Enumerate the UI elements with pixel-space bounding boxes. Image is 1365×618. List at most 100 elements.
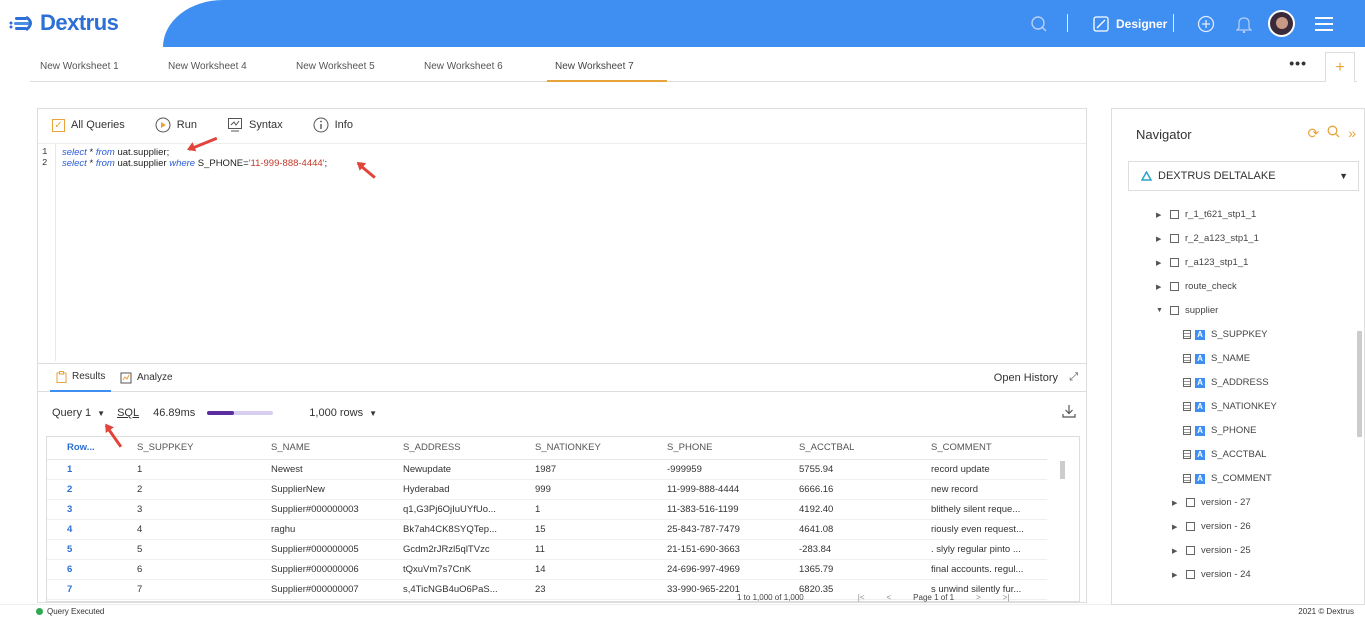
tree-version-item[interactable]: ▶ version - 26 — [1172, 521, 1251, 532]
table-cell[interactable]: q1,G3Pj6OjIuUYfUo... — [393, 499, 525, 520]
table-cell[interactable]: riously even request... — [921, 519, 1047, 540]
row-number[interactable]: 6 — [47, 559, 127, 580]
row-number[interactable]: 1 — [47, 459, 127, 480]
table-cell[interactable]: 5 — [127, 539, 261, 560]
table-cell[interactable]: 11 — [525, 539, 657, 560]
table-cell[interactable]: 6 — [127, 559, 261, 580]
table-cell[interactable]: 1987 — [525, 459, 657, 480]
table-cell[interactable]: 11-999-888-4444 — [657, 479, 789, 500]
query-select[interactable]: Query 1 — [52, 407, 91, 419]
tree-version-item[interactable]: ▶ version - 27 — [1172, 497, 1251, 508]
table-cell[interactable]: 5755.94 — [789, 459, 921, 480]
tab-worksheet-7[interactable]: New Worksheet 7 — [547, 52, 667, 82]
table-cell[interactable]: 24-696-997-4969 — [657, 559, 789, 580]
page-number[interactable]: 1 — [934, 593, 938, 602]
table-cell[interactable]: 14 — [525, 559, 657, 580]
menu-icon[interactable] — [1315, 0, 1333, 47]
tree-column-item[interactable]: A S_NATIONKEY — [1183, 401, 1277, 412]
table-cell[interactable]: 1 — [127, 459, 261, 480]
collapsed-icon[interactable]: ▶ — [1172, 571, 1180, 579]
column-header[interactable]: S_ADDRESS — [393, 437, 525, 460]
open-history-link[interactable]: Open History — [994, 364, 1058, 392]
table-cell[interactable]: 15 — [525, 519, 657, 540]
table-cell[interactable]: 2 — [127, 479, 261, 500]
table-cell[interactable]: Newupdate — [393, 459, 525, 480]
search-icon[interactable] — [1030, 0, 1048, 47]
table-cell[interactable]: 23 — [525, 579, 657, 600]
table-cell[interactable]: 4 — [127, 519, 261, 540]
table-cell[interactable]: Newest — [261, 459, 393, 480]
code-line-1[interactable]: select * from uat.supplier; — [62, 147, 169, 158]
tree-column-item[interactable]: A S_ACCTBAL — [1183, 449, 1266, 460]
collapsed-icon[interactable]: ▶ — [1172, 547, 1180, 555]
row-number[interactable]: 3 — [47, 499, 127, 520]
table-row[interactable]: 2 2 SupplierNew Hyderabad 999 11-999-888-4444… — [47, 479, 1047, 500]
tree-column-item[interactable]: A S_PHONE — [1183, 425, 1256, 436]
table-cell[interactable]: 11-383-516-1199 — [657, 499, 789, 520]
table-cell[interactable]: Gcdm2rJRzl5qlTVzc — [393, 539, 525, 560]
table-cell[interactable]: . slyly regular pinto ... — [921, 539, 1047, 560]
avatar[interactable] — [1268, 0, 1295, 47]
grid-scrollbar[interactable] — [1060, 461, 1065, 479]
table-cell[interactable]: Supplier#000000006 — [261, 559, 393, 580]
next-page-icon[interactable]: > — [976, 593, 981, 602]
table-cell[interactable]: SupplierNew — [261, 479, 393, 500]
tree-version-item[interactable]: ▶ version - 25 — [1172, 545, 1251, 556]
collapsed-icon[interactable]: ▶ — [1172, 499, 1180, 507]
refresh-icon[interactable]: ⟳ — [1307, 125, 1319, 142]
table-cell[interactable]: 6666.16 — [789, 479, 921, 500]
table-cell[interactable]: record update — [921, 459, 1047, 480]
row-number[interactable]: 5 — [47, 539, 127, 560]
bell-icon[interactable] — [1236, 0, 1252, 47]
designer-button[interactable]: Designer — [1093, 0, 1167, 47]
expanded-icon[interactable]: ▼ — [1156, 307, 1164, 314]
column-header[interactable]: S_ACCTBAL — [789, 437, 921, 460]
table-cell[interactable]: Supplier#000000003 — [261, 499, 393, 520]
dextrus-logo[interactable]: Dextrus — [8, 10, 119, 36]
download-icon[interactable] — [1062, 404, 1076, 421]
tree-table-item[interactable]: ▶ r_2_a123_stp1_1 — [1156, 233, 1259, 244]
column-header[interactable]: S_COMMENT — [921, 437, 1047, 460]
table-cell[interactable]: new record — [921, 479, 1047, 500]
table-cell[interactable]: -283.84 — [789, 539, 921, 560]
tab-analyze[interactable]: Analyze — [120, 364, 173, 392]
collapsed-icon[interactable]: ▶ — [1156, 259, 1164, 267]
table-row[interactable]: 4 4 raghu Bk7ah4CK8SYQTep... 15 25-843-787-74… — [47, 519, 1047, 540]
add-tab-button[interactable]: + — [1325, 52, 1355, 82]
last-page-icon[interactable]: >| — [1003, 593, 1010, 602]
run-button[interactable]: Run — [155, 117, 197, 133]
navigator-scrollbar[interactable] — [1357, 331, 1362, 437]
row-number[interactable]: 7 — [47, 579, 127, 600]
checkbox-icon[interactable]: ✓ — [52, 118, 65, 132]
add-circle-icon[interactable] — [1197, 0, 1215, 47]
tab-results[interactable]: Results — [50, 364, 112, 392]
collapsed-icon[interactable]: ▶ — [1156, 283, 1164, 291]
expand-icon[interactable]: ⤢ — [1069, 371, 1078, 384]
tab-worksheet-1[interactable]: New Worksheet 1 — [32, 52, 127, 82]
table-cell[interactable]: 999 — [525, 479, 657, 500]
table-cell[interactable]: 3 — [127, 499, 261, 520]
sql-link[interactable]: SQL — [117, 407, 139, 419]
table-cell[interactable]: 25-843-787-7479 — [657, 519, 789, 540]
caret-down-icon[interactable]: ▼ — [369, 409, 377, 418]
tree-table-item[interactable]: ▶ r_1_t621_stp1_1 — [1156, 209, 1256, 220]
tree-column-item[interactable]: A S_ADDRESS — [1183, 377, 1269, 388]
info-button[interactable]: Info — [313, 117, 353, 133]
caret-down-icon[interactable]: ▼ — [1339, 171, 1348, 181]
syntax-button[interactable]: Syntax — [227, 117, 283, 133]
table-cell[interactable]: tQxuVm7s7CnK — [393, 559, 525, 580]
column-header[interactable]: S_NAME — [261, 437, 393, 460]
table-cell[interactable]: final accounts. regul... — [921, 559, 1047, 580]
tree-column-item[interactable]: A S_COMMENT — [1183, 473, 1272, 484]
table-cell[interactable]: 7 — [127, 579, 261, 600]
table-cell[interactable]: -999959 — [657, 459, 789, 480]
all-queries-toggle[interactable]: ✓ All Queries — [52, 118, 125, 132]
code-line-2[interactable]: select * from uat.supplier where S_PHONE… — [62, 158, 327, 169]
table-row[interactable]: 1 1 Newest Newupdate 1987 -999959 5755.94 recor… — [47, 459, 1047, 480]
prev-page-icon[interactable]: < — [886, 593, 891, 602]
collapse-panel-icon[interactable]: » — [1348, 125, 1356, 142]
tab-worksheet-5[interactable]: New Worksheet 5 — [288, 52, 383, 82]
tab-worksheet-4[interactable]: New Worksheet 4 — [160, 52, 255, 82]
rows-select[interactable]: 1,000 rows — [309, 407, 363, 419]
table-row[interactable]: 3 3 Supplier#000000003 q1,G3Pj6OjIuUYfUo...… — [47, 499, 1047, 520]
